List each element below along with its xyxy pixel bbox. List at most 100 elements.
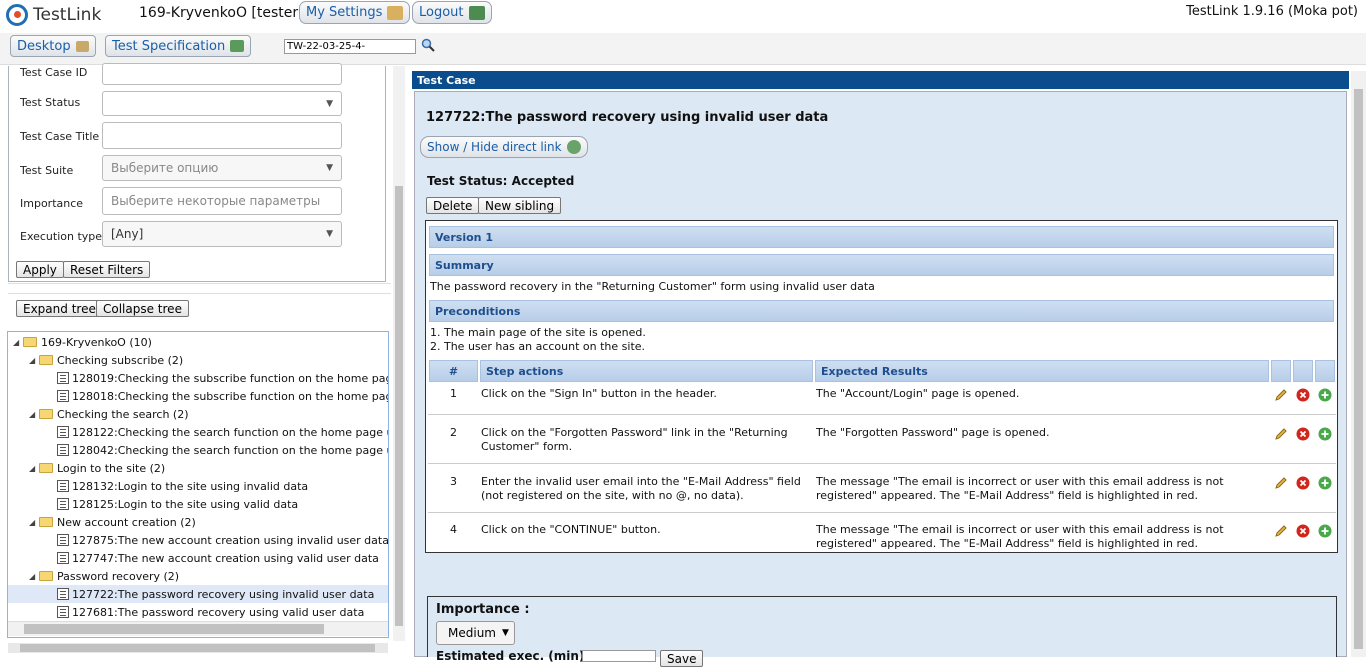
tree-suite[interactable]: ◢ New account creation (2)	[29, 513, 196, 531]
step-num: 3	[450, 475, 457, 488]
scrollbar-thumb[interactable]	[1354, 89, 1363, 649]
desktop-label: Desktop	[17, 38, 71, 54]
tree-horizontal-scrollbar[interactable]	[8, 621, 388, 636]
delete-step-icon[interactable]	[1296, 388, 1310, 402]
tree-root[interactable]: ◢ 169-KryvenkoO (10)	[13, 333, 152, 351]
row-divider	[428, 512, 1336, 513]
test-spec-button[interactable]: Test Specification	[105, 35, 252, 57]
desktop-button[interactable]: Desktop	[10, 35, 96, 57]
test-suite-select[interactable]: Выберите опцию ▼	[102, 155, 342, 181]
delete-step-icon[interactable]	[1296, 427, 1310, 441]
testcase-label: 128122:Checking the search function on t…	[72, 425, 388, 439]
delete-step-icon[interactable]	[1296, 524, 1310, 538]
row-divider	[428, 463, 1336, 464]
test-spec-label: Test Specification	[112, 38, 226, 54]
add-step-icon[interactable]	[1318, 524, 1332, 538]
collapse-triangle-icon: ◢	[29, 355, 36, 365]
new-sibling-button[interactable]: New sibling	[478, 197, 562, 214]
scrollbar-thumb[interactable]	[395, 186, 403, 626]
tree-testcase[interactable]: 128018:Checking the subscribe function o…	[57, 387, 388, 405]
tree-suite[interactable]: ◢ Checking subscribe (2)	[29, 351, 183, 369]
testcase-icon	[57, 480, 69, 492]
step-num: 4	[450, 523, 457, 536]
tree-testcase[interactable]: 128125:Login to the site using valid dat…	[57, 495, 298, 513]
chevron-down-icon: ▼	[501, 628, 509, 638]
importance-select[interactable]: Выберите некоторые параметры	[102, 187, 342, 215]
my-settings-button[interactable]: My Settings	[299, 1, 411, 24]
estimated-exec-input[interactable]	[582, 650, 656, 662]
suite-label: Checking subscribe (2)	[57, 353, 184, 367]
testcase-icon	[57, 606, 69, 618]
add-step-icon[interactable]	[1318, 388, 1332, 402]
testcase-label: 127875:The new account creation using in…	[72, 533, 389, 547]
col-header-edit	[1271, 360, 1291, 382]
add-step-icon[interactable]	[1318, 427, 1332, 441]
logout-button[interactable]: Logout	[412, 1, 492, 24]
tree-testcase[interactable]: 128019:Checking the subscribe function o…	[57, 369, 388, 387]
testcase-icon	[57, 426, 69, 438]
testcase-label: 128125:Login to the site using valid dat…	[72, 497, 299, 511]
tree-testcase[interactable]: 127747:The new account creation using va…	[57, 549, 379, 567]
edit-step-icon[interactable]	[1274, 476, 1288, 490]
scrollbar-thumb[interactable]	[20, 644, 375, 652]
panel-horizontal-scrollbar[interactable]	[8, 643, 388, 653]
test-status-label: Test Status	[20, 96, 81, 109]
testcase-icon	[57, 444, 69, 456]
link-icon	[566, 140, 581, 154]
logout-icon	[468, 5, 485, 20]
testlink-logo[interactable]: TestLink	[6, 2, 101, 28]
test-case-id-input[interactable]	[102, 63, 342, 85]
add-step-icon[interactable]	[1318, 476, 1332, 490]
folder-icon	[39, 463, 53, 473]
testcase-label: 128042:Checking the search function on t…	[72, 443, 388, 457]
testcase-label: 127722:The password recovery using inval…	[72, 587, 375, 601]
right-vertical-scrollbar[interactable]	[1351, 71, 1366, 657]
folder-icon	[39, 571, 53, 581]
apply-button[interactable]: Apply	[16, 261, 64, 278]
testcase-search-input[interactable]	[284, 39, 416, 54]
execution-type-select[interactable]: [Any] ▼	[102, 221, 342, 247]
tree-icon	[230, 40, 245, 52]
suite-label: Checking the search (2)	[57, 407, 189, 421]
collapse-triangle-icon: ◢	[13, 337, 20, 347]
tree-testcase[interactable]: 128042:Checking the search function on t…	[57, 441, 388, 459]
folder-icon	[39, 517, 53, 527]
tree-testcase[interactable]: 127875:The new account creation using in…	[57, 531, 389, 549]
edit-step-icon[interactable]	[1274, 524, 1288, 538]
tree-suite[interactable]: ◢ Password recovery (2)	[29, 567, 179, 585]
left-vertical-scrollbar[interactable]	[393, 66, 405, 641]
precondition-item: 2. The user has an account on the site.	[430, 340, 646, 353]
tree-testcase[interactable]: 127681:The password recovery using valid…	[57, 603, 364, 621]
edit-step-icon[interactable]	[1274, 388, 1288, 402]
scrollbar-thumb[interactable]	[24, 624, 324, 634]
test-case-title-input[interactable]	[102, 122, 342, 149]
test-suite-label: Test Suite	[20, 164, 74, 177]
chevron-down-icon: ▼	[326, 98, 333, 109]
edit-step-icon[interactable]	[1274, 427, 1288, 441]
tree-testcase[interactable]: 128132:Login to the site using invalid d…	[57, 477, 308, 495]
tree-suite[interactable]: ◢ Checking the search (2)	[29, 405, 189, 423]
expand-tree-button[interactable]: Expand tree	[16, 300, 103, 317]
col-header-add	[1315, 360, 1335, 382]
importance-label: Importance	[20, 197, 84, 210]
test-status: Test Status: Accepted	[427, 174, 575, 188]
tree-suite[interactable]: ◢ Login to the site (2)	[29, 459, 165, 477]
step-expected: The message "The email is incorrect or u…	[816, 523, 1224, 550]
tree-testcase-selected[interactable]: 127722:The password recovery using inval…	[8, 585, 388, 603]
reset-filters-button[interactable]: Reset Filters	[63, 261, 151, 278]
collapse-tree-button[interactable]: Collapse tree	[96, 300, 189, 317]
folder-icon	[23, 337, 37, 347]
importance-select[interactable]: Medium ▼	[436, 621, 515, 645]
test-status-select[interactable]: ▼	[102, 91, 342, 116]
test-suite-placeholder: Выберите опцию	[111, 161, 219, 175]
collapse-triangle-icon: ◢	[29, 409, 36, 419]
step-action: Enter the invalid user email into the "E…	[481, 475, 801, 502]
delete-step-icon[interactable]	[1296, 476, 1310, 490]
testcase-label: 127681:The password recovery using valid…	[72, 605, 365, 619]
save-button[interactable]: Save	[660, 650, 704, 667]
tree-testcase[interactable]: 128122:Checking the search function on t…	[57, 423, 388, 441]
delete-button[interactable]: Delete	[426, 197, 480, 214]
folder-icon	[39, 355, 53, 365]
search-icon[interactable]	[421, 38, 435, 52]
show-direct-link-button[interactable]: Show / Hide direct link	[420, 136, 588, 158]
